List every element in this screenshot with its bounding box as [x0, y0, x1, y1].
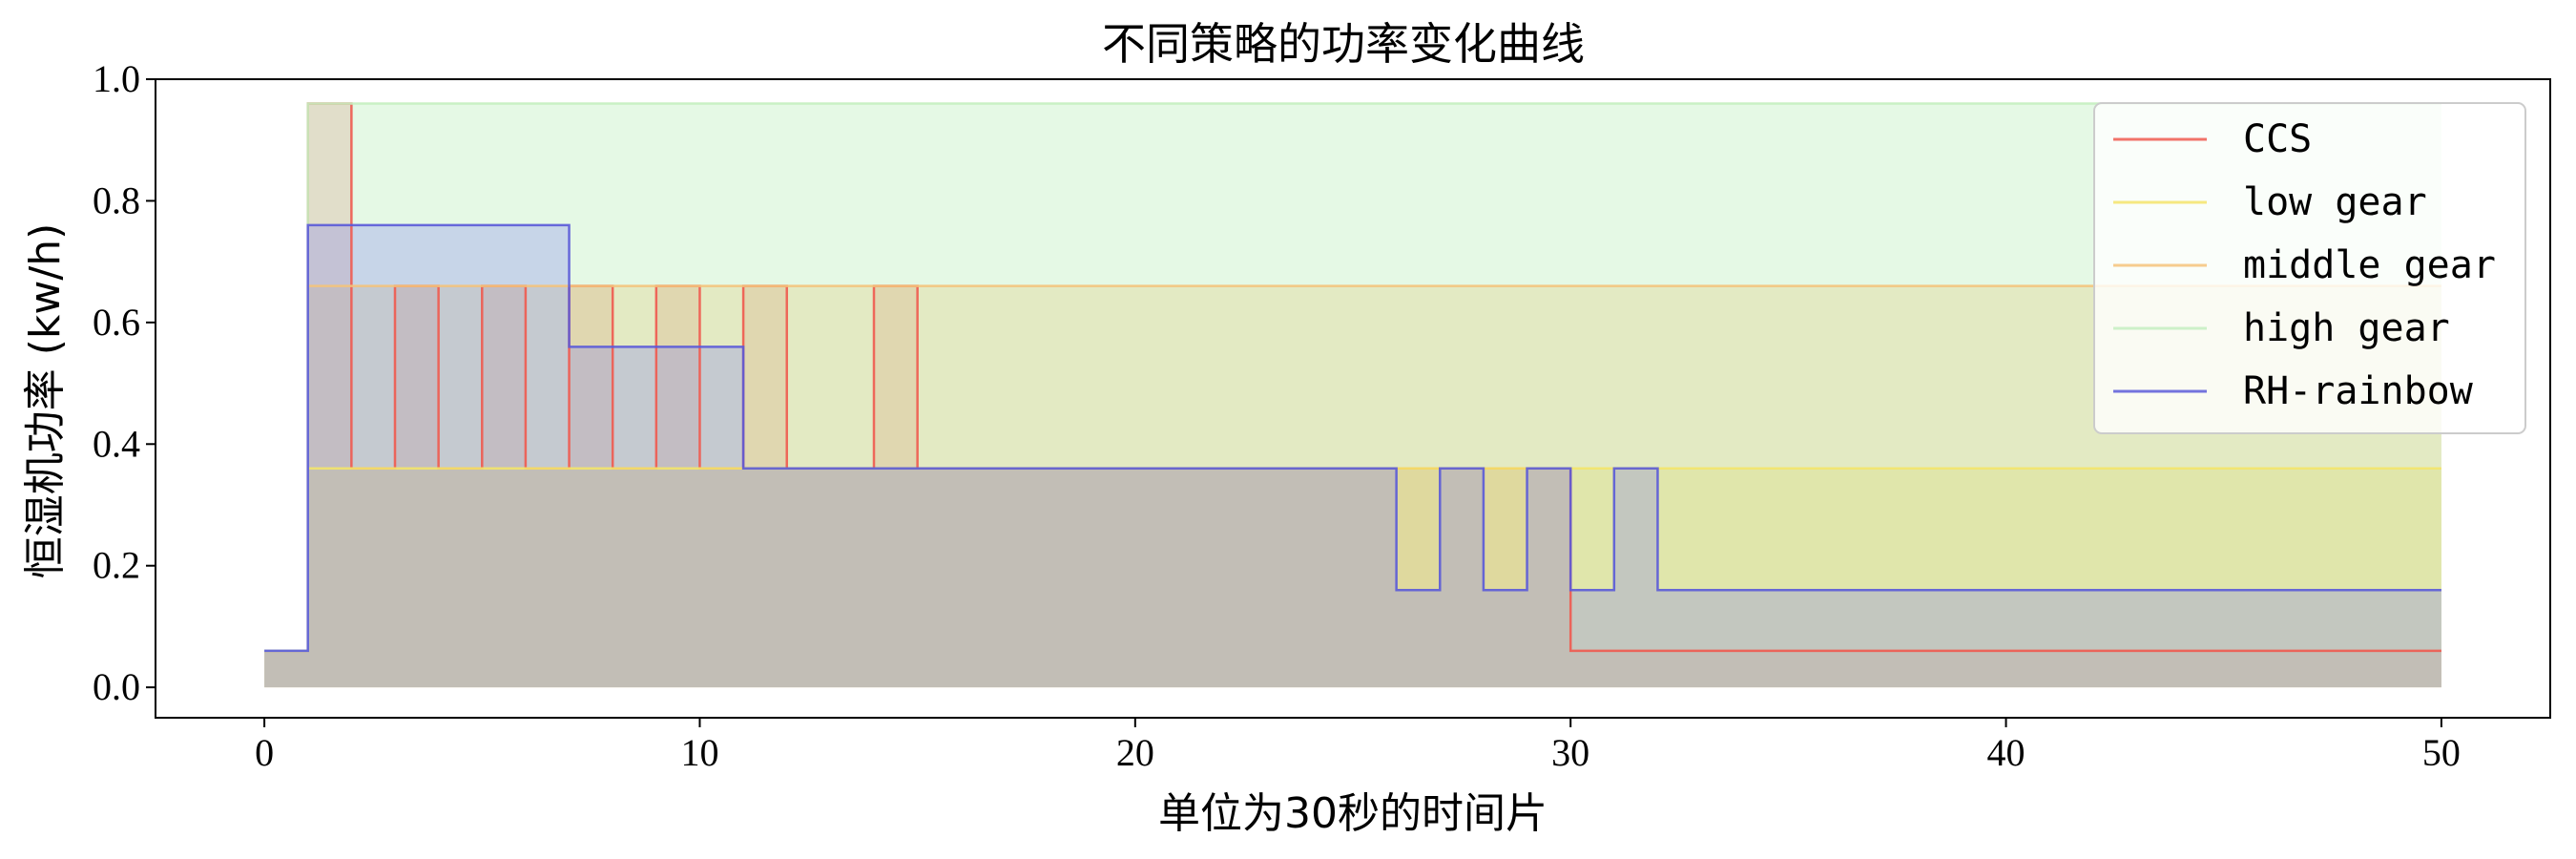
x-tick-label: 30 [1551, 731, 1589, 774]
y-tick-label: 0.8 [93, 178, 140, 221]
x-axis: 0 10 20 30 40 50 [255, 718, 2461, 774]
x-axis-label: 单位为30秒的时间片 [1158, 789, 1548, 838]
y-tick-label: 0.4 [93, 422, 140, 465]
x-tick-label: 20 [1116, 731, 1154, 774]
legend-label-rh-rainbow: RH-rainbow [2243, 369, 2474, 413]
legend-label-ccs: CCS [2243, 117, 2312, 161]
y-axis: 0.0 0.2 0.4 0.6 0.8 1.0 [93, 57, 156, 708]
legend-label-low-gear: low gear [2243, 180, 2427, 224]
chart-title: 不同策略的功率变化曲线 [1102, 18, 1585, 70]
chart: 不同策略的功率变化曲线 0 10 20 30 40 50 0.0 0.2 0.4 0.6 0.8 1… [21, 18, 2551, 838]
x-tick-label: 0 [255, 731, 274, 774]
y-tick-label: 0.2 [93, 544, 140, 587]
legend: CCS low gear middle gear high gear RH-rainbo… [2093, 102, 2526, 434]
x-tick-label: 40 [1987, 731, 2025, 774]
legend-label-high-gear: high gear [2243, 306, 2450, 350]
y-tick-label: 0.0 [93, 665, 140, 708]
legend-label-middle-gear: middle gear [2243, 243, 2496, 287]
x-tick-label: 50 [2422, 731, 2461, 774]
x-tick-label: 10 [680, 731, 718, 774]
y-axis-label: 恒湿机功率 (kw/h) [21, 223, 70, 579]
y-tick-label: 0.6 [93, 301, 140, 344]
y-tick-label: 1.0 [93, 57, 140, 100]
